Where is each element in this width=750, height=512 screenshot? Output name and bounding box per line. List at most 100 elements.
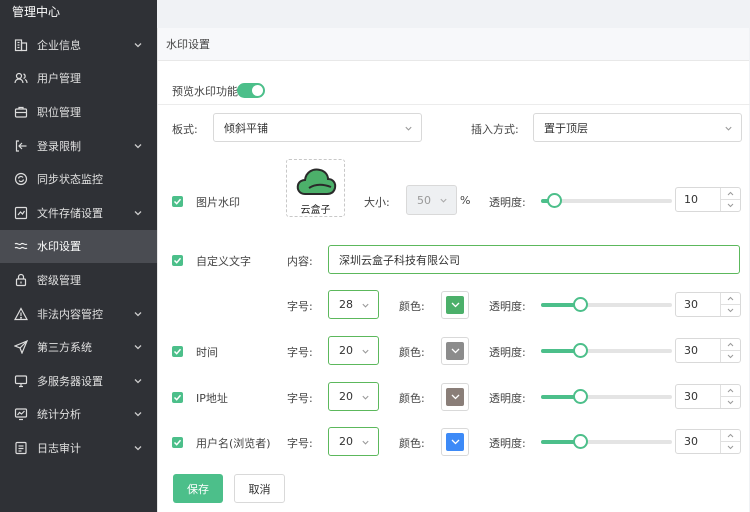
chevron-down-icon — [451, 394, 459, 400]
username-label: 用户名(浏览者) — [196, 437, 271, 450]
users-icon — [14, 71, 28, 85]
ip-checkbox[interactable] — [172, 392, 183, 403]
stepper-up-button[interactable] — [721, 188, 740, 200]
slider-handle[interactable] — [573, 343, 589, 358]
check-icon — [173, 394, 182, 401]
stepper-up-button[interactable] — [721, 430, 740, 442]
sidebar-item-illegal-content[interactable]: 非法内容管控 — [0, 297, 157, 331]
stepper-down-button[interactable] — [721, 442, 740, 454]
chart-icon — [14, 407, 28, 421]
chevron-down-icon — [362, 349, 369, 354]
username-opacity-stepper[interactable]: 30 — [675, 429, 741, 454]
sidebar-item-login-restriction[interactable]: 登录限制 — [0, 129, 157, 163]
chevron-up-icon — [727, 342, 734, 347]
chevron-down-icon — [134, 210, 142, 216]
image-watermark-checkbox[interactable] — [172, 196, 183, 207]
time-opacity-slider[interactable] — [541, 343, 672, 358]
username-color-picker[interactable] — [441, 428, 469, 456]
watermark-image-upload[interactable]: 云盒子 — [286, 159, 345, 217]
custom-text-opacity-slider[interactable] — [541, 297, 672, 312]
font-size-value: 20 — [339, 344, 353, 357]
username-opacity-slider[interactable] — [541, 434, 672, 449]
slider-handle[interactable] — [573, 434, 589, 449]
custom-text-opacity-stepper[interactable]: 30 — [675, 292, 741, 317]
login-icon — [14, 139, 28, 153]
slider-handle[interactable] — [573, 297, 589, 312]
sidebar-item-sync-monitor[interactable]: 同步状态监控 — [0, 162, 157, 196]
chevron-down-icon — [727, 354, 734, 358]
slider-handle[interactable] — [573, 389, 589, 404]
stepper-buttons — [720, 430, 740, 453]
sidebar-item-file-storage[interactable]: 文件存储设置 — [0, 196, 157, 230]
sidebar-item-statistics[interactable]: 统计分析 — [0, 398, 157, 432]
username-font-size-select[interactable]: 20 — [328, 427, 379, 456]
layout-label: 板式: — [172, 123, 198, 136]
font-size-value: 20 — [339, 435, 353, 448]
sidebar-item-position-management[interactable]: 职位管理 — [0, 95, 157, 129]
stepper-up-button[interactable] — [721, 293, 740, 305]
stepper-value: 30 — [684, 390, 698, 403]
ip-color-picker[interactable] — [441, 383, 469, 411]
sidebar-item-label: 密级管理 — [37, 273, 81, 287]
stepper-value: 10 — [684, 193, 698, 206]
image-opacity-slider[interactable] — [541, 193, 672, 208]
sidebar-item-company-info[interactable]: 企业信息 — [0, 28, 157, 62]
sidebar-item-label: 水印设置 — [37, 240, 81, 254]
insert-select[interactable]: 置于顶层 — [533, 113, 742, 142]
stepper-down-button[interactable] — [721, 200, 740, 212]
chevron-down-icon — [134, 378, 142, 384]
main-panel: 水印设置 预览水印功能 板式: 倾斜平铺 插入方式: 置于顶层 图片水印 云盒子… — [157, 28, 750, 512]
custom-text-font-size-select[interactable]: 28 — [328, 290, 379, 319]
sidebar-item-third-party[interactable]: 第三方系统 — [0, 330, 157, 364]
size-select[interactable]: 50 — [406, 185, 457, 215]
stepper-buttons — [720, 339, 740, 362]
cancel-button[interactable]: 取消 — [234, 474, 285, 503]
logo-text: 云盒子 — [300, 205, 331, 216]
check-icon — [173, 198, 182, 205]
layout-select[interactable]: 倾斜平铺 — [213, 113, 422, 142]
ip-opacity-stepper[interactable]: 30 — [675, 384, 741, 409]
sidebar-item-security-level[interactable]: 密级管理 — [0, 263, 157, 297]
color-swatch — [446, 433, 464, 451]
stepper-down-button[interactable] — [721, 397, 740, 409]
image-watermark-label: 图片水印 — [196, 196, 240, 209]
time-opacity-stepper[interactable]: 30 — [675, 338, 741, 363]
stepper-buttons — [720, 385, 740, 408]
color-label: 颜色: — [399, 300, 425, 313]
sidebar-item-label: 登录限制 — [37, 139, 81, 153]
brand-title: 管理中心 — [12, 5, 61, 19]
custom-text-label: 自定义文字 — [196, 255, 251, 268]
check-icon — [173, 348, 182, 355]
stepper-up-button[interactable] — [721, 385, 740, 397]
custom-text-color-picker[interactable] — [441, 291, 469, 319]
stepper-down-button[interactable] — [721, 305, 740, 317]
username-checkbox[interactable] — [172, 437, 183, 448]
image-opacity-stepper[interactable]: 10 — [675, 187, 741, 212]
sidebar-item-user-management[interactable]: 用户管理 — [0, 62, 157, 96]
slider-handle[interactable] — [547, 193, 563, 208]
time-label: 时间 — [196, 346, 218, 359]
time-font-size-select[interactable]: 20 — [328, 336, 379, 365]
ip-opacity-slider[interactable] — [541, 389, 672, 404]
content-input[interactable]: 深圳云盒子科技有限公司 — [328, 245, 740, 274]
time-color-picker[interactable] — [441, 337, 469, 365]
stepper-buttons — [720, 188, 740, 211]
preview-toggle[interactable] — [237, 83, 265, 98]
font-size-label: 字号: — [287, 392, 313, 405]
sidebar-item-multi-server[interactable]: 多服务器设置 — [0, 364, 157, 398]
chevron-down-icon — [440, 198, 447, 203]
ip-font-size-select[interactable]: 20 — [328, 382, 379, 411]
stepper-value: 30 — [684, 344, 698, 357]
font-size-value: 28 — [339, 298, 353, 311]
save-button[interactable]: 保存 — [173, 474, 223, 503]
sidebar-item-watermark-settings[interactable]: 水印设置 — [0, 229, 157, 264]
chevron-down-icon — [451, 348, 459, 354]
custom-text-checkbox[interactable] — [172, 255, 183, 266]
stepper-down-button[interactable] — [721, 351, 740, 363]
image-opacity-label: 透明度: — [489, 196, 526, 209]
time-checkbox[interactable] — [172, 346, 183, 357]
divider — [158, 104, 750, 105]
sidebar-item-label: 文件存储设置 — [37, 206, 103, 220]
sidebar-item-log-audit[interactable]: 日志审计 — [0, 431, 157, 465]
stepper-up-button[interactable] — [721, 339, 740, 351]
